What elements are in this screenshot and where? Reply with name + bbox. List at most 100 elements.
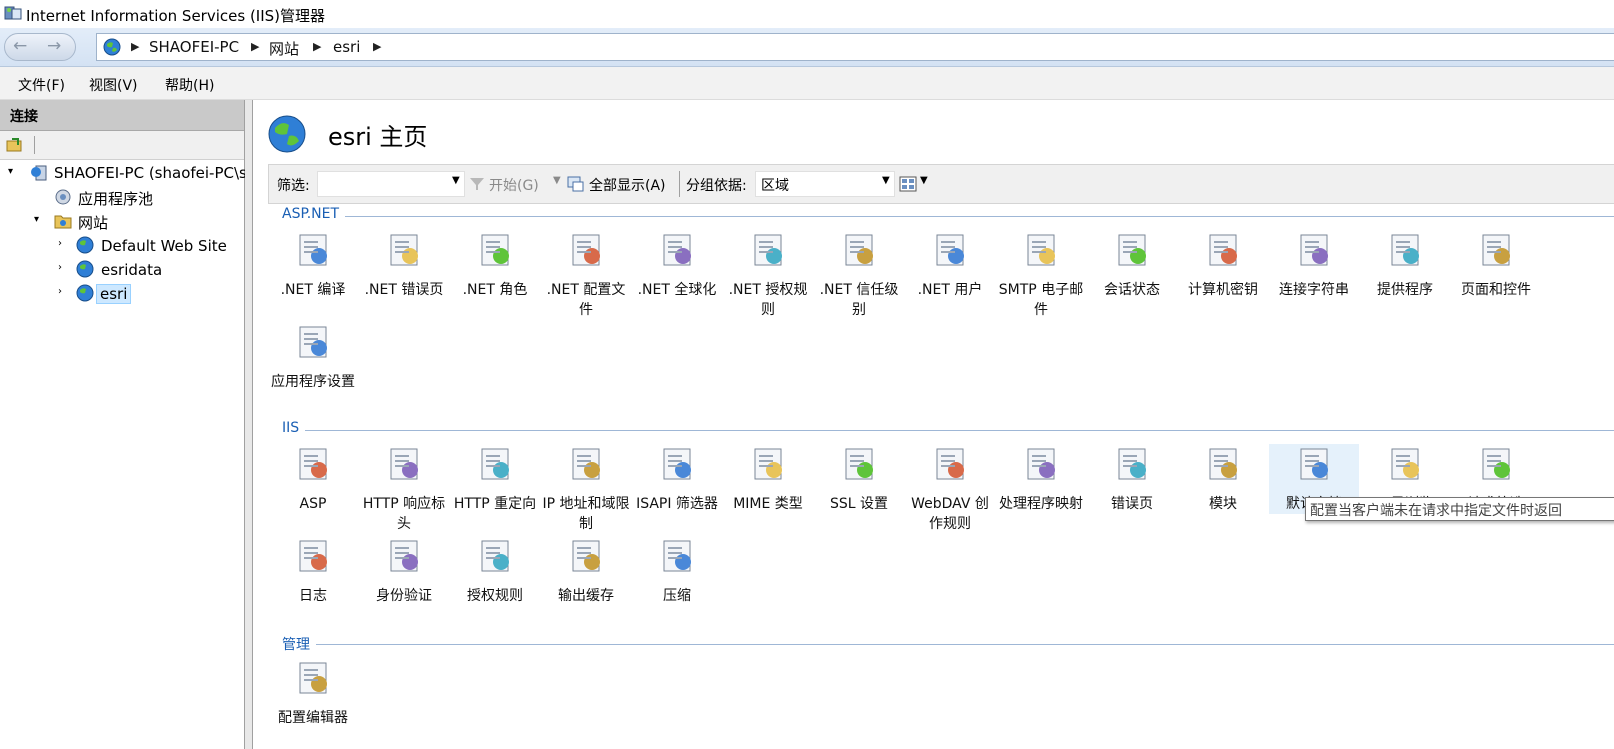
ssl-settings-icon (845, 448, 873, 480)
feature-http-redirect[interactable]: HTTP 重定向 (450, 444, 540, 514)
feature-connection-strings[interactable]: 连接字符串 (1269, 230, 1359, 300)
feature-app-settings[interactable]: 应用程序设置 (268, 322, 358, 392)
error-pages-icon (1118, 448, 1146, 480)
menu-view[interactable]: 视图(V) (89, 75, 138, 95)
feature-error-pages[interactable]: 错误页 (1087, 444, 1177, 514)
http-response-headers-icon (390, 448, 418, 480)
section-iis[interactable]: IIS (282, 420, 306, 436)
tree-item-esri[interactable]: esri (96, 284, 132, 304)
menu-help[interactable]: 帮助(H) (165, 75, 214, 95)
breadcrumb[interactable]: ▶ SHAOFEI-PC ▶ 网站 ▶ esri ▶ (96, 33, 1614, 61)
feature-mime-types[interactable]: MIME 类型 (723, 444, 813, 514)
chevron-down-icon[interactable]: ▾ (34, 214, 39, 225)
net-users-icon (936, 234, 964, 266)
feature-session-state[interactable]: 会话状态 (1087, 230, 1177, 300)
feature-authentication[interactable]: 身份验证 (359, 536, 449, 606)
feature-net-roles[interactable]: .NET 角色 (450, 230, 540, 300)
pages-controls-icon (1482, 234, 1510, 266)
tree-item-server[interactable]: SHAOFEI-PC (shaofei-PC\sh (54, 164, 256, 182)
feature-label: 输出缓存 (558, 588, 614, 604)
connect-icon[interactable] (6, 137, 24, 153)
chevron-right-icon[interactable]: › (58, 262, 62, 273)
chevron-down-icon[interactable]: ▼ (882, 175, 890, 186)
feature-authorization-rules[interactable]: 授权规则 (450, 536, 540, 606)
feature-machine-key[interactable]: 计算机密钥 (1178, 230, 1268, 300)
feature-output-caching[interactable]: 输出缓存 (541, 536, 631, 606)
feature-label: .NET 信任级别 (819, 282, 899, 318)
feature-label: 提供程序 (1377, 282, 1433, 298)
feature-label: .NET 全球化 (637, 282, 717, 298)
menu-file[interactable]: 文件(F) (18, 75, 65, 95)
filter-label: 筛选: (277, 178, 310, 194)
filter-start-button[interactable]: 开始(G) (489, 175, 539, 195)
tree-item-default-web-site[interactable]: Default Web Site (101, 237, 227, 255)
section-divider (282, 644, 1614, 645)
pane-splitter[interactable] (245, 100, 253, 749)
feature-logging[interactable]: 日志 (268, 536, 358, 606)
breadcrumb-item-site[interactable]: esri (333, 38, 360, 56)
back-arrow-icon[interactable]: ← (13, 36, 27, 56)
chevron-right-icon[interactable]: ▶ (251, 40, 259, 53)
feature-label: 会话状态 (1104, 282, 1160, 298)
app-pools-icon (55, 189, 71, 205)
section-management[interactable]: 管理 (282, 634, 316, 654)
chevron-down-icon[interactable]: ▼ (920, 175, 928, 186)
show-all-button[interactable]: 全部显示(A) (589, 175, 666, 195)
chevron-down-icon[interactable]: ▼ (553, 175, 561, 186)
forward-arrow-icon[interactable]: → (47, 36, 61, 56)
chevron-right-icon[interactable]: › (58, 286, 62, 297)
tree-item-esridata[interactable]: esridata (101, 261, 162, 279)
connections-pane: 连接 ▾ SHAOFEI-PC (shaofei-PC\sh 应用程序池 ▾ 网… (0, 100, 256, 749)
section-aspnet[interactable]: ASP.NET (282, 206, 346, 222)
feature-label: 处理程序映射 (999, 496, 1083, 512)
feature-net-globalization[interactable]: .NET 全球化 (632, 230, 722, 300)
chevron-down-icon[interactable]: ▼ (452, 175, 460, 186)
feature-net-trust-levels[interactable]: .NET 信任级别 (814, 230, 904, 320)
session-state-icon (1118, 234, 1146, 266)
feature-providers[interactable]: 提供程序 (1360, 230, 1450, 300)
chevron-right-icon[interactable]: › (58, 238, 62, 249)
group-by-label: 分组依据: (686, 178, 747, 194)
feature-webdav[interactable]: WebDAV 创作规则 (905, 444, 995, 534)
feature-http-response-headers[interactable]: HTTP 响应标头 (359, 444, 449, 534)
view-mode-icon[interactable] (899, 175, 917, 193)
feature-pages-controls[interactable]: 页面和控件 (1451, 230, 1541, 300)
feature-modules[interactable]: 模块 (1178, 444, 1268, 514)
feature-ip-restrictions[interactable]: IP 地址和域限制 (541, 444, 631, 534)
globe-icon (103, 38, 121, 56)
feature-net-error-pages[interactable]: .NET 错误页 (359, 230, 449, 300)
breadcrumb-item-sites[interactable]: 网站 (269, 38, 299, 59)
group-by-select[interactable]: 区域 (755, 171, 895, 197)
connections-toolbar (0, 131, 244, 160)
feature-net-users[interactable]: .NET 用户 (905, 230, 995, 300)
smtp-email-icon (1027, 234, 1055, 266)
feature-handler-mappings[interactable]: 处理程序映射 (996, 444, 1086, 514)
breadcrumb-item-server[interactable]: SHAOFEI-PC (149, 38, 239, 56)
feature-ssl-settings[interactable]: SSL 设置 (814, 444, 904, 514)
feature-net-compilation[interactable]: .NET 编译 (268, 230, 358, 300)
feature-isapi-filters[interactable]: ISAPI 筛选器 (632, 444, 722, 514)
feature-asp[interactable]: ASP (268, 444, 358, 514)
connections-header: 连接 (0, 100, 244, 131)
feature-net-profile[interactable]: .NET 配置文件 (541, 230, 631, 320)
providers-icon (1391, 234, 1419, 266)
feature-label: .NET 编译 (280, 282, 346, 298)
feature-smtp-email[interactable]: SMTP 电子邮件 (996, 230, 1086, 320)
tree-item-sites[interactable]: 网站 (78, 212, 108, 233)
feature-label: 授权规则 (467, 588, 523, 604)
feature-net-authorization[interactable]: .NET 授权规则 (723, 230, 813, 320)
feature-label: .NET 用户 (917, 282, 983, 298)
nav-buttons: ← → (4, 33, 76, 61)
chevron-right-icon[interactable]: ▶ (373, 40, 381, 53)
feature-label: 压缩 (663, 588, 691, 604)
chevron-down-icon[interactable]: ▾ (8, 166, 13, 177)
toolbar-divider (34, 136, 35, 154)
logging-icon (299, 540, 327, 572)
tree-item-app-pools[interactable]: 应用程序池 (78, 188, 153, 209)
filter-input[interactable] (317, 171, 465, 197)
chevron-right-icon[interactable]: ▶ (131, 40, 139, 53)
feature-config-editor[interactable]: 配置编辑器 (268, 658, 358, 728)
chevron-right-icon[interactable]: ▶ (313, 40, 321, 53)
feature-label: 应用程序设置 (271, 374, 355, 390)
feature-compression[interactable]: 压缩 (632, 536, 722, 606)
